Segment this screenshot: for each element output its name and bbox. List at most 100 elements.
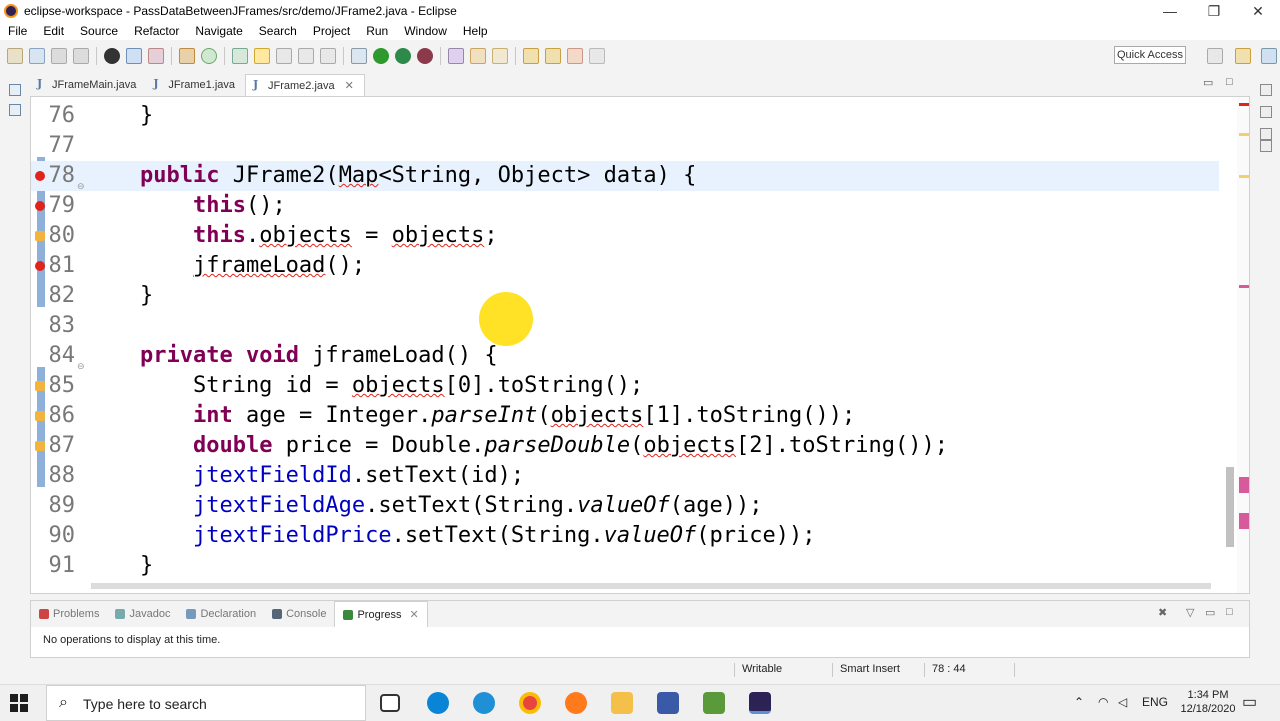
panel-tab-console[interactable]: Console [264, 601, 334, 627]
quick-access-input[interactable]: Quick Access [1114, 46, 1186, 64]
code-line[interactable]: 90 jtextFieldPrice.setText(String.valueO… [31, 521, 1219, 551]
file-explorer-icon[interactable] [611, 692, 633, 714]
editor-tab-jframe2-java[interactable]: JFrame2.java ✕ [245, 74, 365, 96]
chrome-icon[interactable] [519, 692, 541, 714]
save-icon[interactable] [51, 48, 67, 64]
previous-annotation-icon[interactable] [545, 48, 561, 64]
windows-start-icon[interactable] [10, 694, 28, 712]
warning-marker-icon[interactable] [35, 381, 45, 391]
code-line[interactable]: 88 jtextFieldId.setText(id); [31, 461, 1219, 491]
code-line[interactable]: 76 } [31, 101, 1219, 131]
code-editor[interactable]: 76 } 77 78 ⊖ public JFrame2(Map<String, Obj… [30, 96, 1250, 594]
maximize-panel-icon[interactable]: □ [1226, 606, 1233, 618]
skip-breakpoints-icon[interactable] [148, 48, 164, 64]
task-view-icon[interactable] [380, 694, 400, 712]
external-tools-icon[interactable] [417, 48, 433, 64]
code-line[interactable]: 89 jtextFieldAge.setText(String.valueOf(… [31, 491, 1219, 521]
close-tab-icon[interactable]: ✕ [409, 608, 418, 621]
error-marker[interactable] [1239, 103, 1249, 106]
minimize-editor-icon[interactable]: ▭ [1203, 76, 1213, 89]
eclipse-taskbar-icon[interactable] [749, 692, 771, 714]
java-perspective-icon[interactable] [1261, 48, 1277, 64]
new-package-icon[interactable] [29, 48, 45, 64]
toggle-icon[interactable] [276, 48, 292, 64]
warning-marker[interactable] [1239, 133, 1249, 136]
coverage-icon[interactable] [201, 48, 217, 64]
menu-run[interactable]: Run [358, 24, 396, 38]
java-ee-perspective-icon[interactable] [1235, 48, 1251, 64]
menu-help[interactable]: Help [455, 24, 496, 38]
horizontal-scrollbar-thumb[interactable] [91, 583, 1211, 589]
search-icon[interactable] [232, 48, 248, 64]
code-line[interactable]: 79 this(); [31, 191, 1219, 221]
menu-navigate[interactable]: Navigate [187, 24, 250, 38]
maximize-editor-icon[interactable]: □ [1226, 76, 1233, 88]
run-icon[interactable] [373, 48, 389, 64]
close-button[interactable]: ✕ [1236, 0, 1280, 22]
open-type-icon[interactable] [179, 48, 195, 64]
editor-tab-jframe1-java[interactable]: JFrame1.java [146, 74, 245, 96]
remove-all-finished-icon[interactable]: ✖ [1158, 606, 1167, 619]
notifications-icon[interactable]: ▭ [1242, 692, 1257, 712]
panel-tab-declaration[interactable]: Declaration [178, 601, 264, 627]
next-annotation-icon[interactable] [523, 48, 539, 64]
menu-window[interactable]: Window [396, 24, 455, 38]
debug-icon[interactable] [351, 48, 367, 64]
menu-file[interactable]: File [0, 24, 35, 38]
code-line[interactable]: 87 double price = Double.parseDouble(obj… [31, 431, 1219, 461]
code-line[interactable]: 86 int age = Integer.parseInt(objects[1]… [31, 401, 1219, 431]
restore-view-icon[interactable] [9, 84, 21, 96]
code-line[interactable]: 83 [31, 311, 1219, 341]
coverage-run-icon[interactable] [395, 48, 411, 64]
code-line[interactable]: 77 [31, 131, 1219, 161]
code-line[interactable]: 80 this.objects = objects; [31, 221, 1219, 251]
horizontal-scrollbar[interactable] [31, 579, 1223, 593]
show-whitespace-icon[interactable] [320, 48, 336, 64]
code-line[interactable]: 81 jframeLoad(); [31, 251, 1219, 281]
occurrence-marker[interactable] [1239, 477, 1249, 493]
close-tab-icon[interactable]: ✕ [345, 79, 354, 92]
package-explorer-icon[interactable] [9, 104, 21, 116]
language-indicator[interactable]: ENG [1142, 695, 1168, 709]
code-line[interactable]: 82 } [31, 281, 1219, 311]
minimize-panel-icon[interactable]: ▭ [1205, 606, 1215, 619]
highlight-icon[interactable] [254, 48, 270, 64]
warning-marker-icon[interactable] [35, 231, 45, 241]
notepad-plus-icon[interactable] [703, 692, 725, 714]
view-menu-icon[interactable]: ▽ [1186, 606, 1194, 619]
skype-icon[interactable] [427, 692, 449, 714]
occurrence-marker[interactable] [1239, 513, 1249, 529]
error-marker-icon[interactable] [35, 201, 45, 211]
menu-project[interactable]: Project [305, 24, 358, 38]
open-folder-icon[interactable] [470, 48, 486, 64]
floppy-app-icon[interactable] [657, 692, 679, 714]
network-icon[interactable]: ◠ [1098, 695, 1108, 709]
restore-view-icon[interactable] [1260, 84, 1272, 96]
panel-tab-progress[interactable]: Progress ✕ [334, 601, 428, 627]
editor-tab-jframemain-java[interactable]: JFrameMain.java [30, 74, 146, 96]
task-list-icon[interactable] [1260, 106, 1272, 118]
warning-marker-icon[interactable] [35, 441, 45, 451]
minimize-button[interactable]: — [1148, 0, 1192, 22]
vertical-scrollbar[interactable] [1223, 97, 1237, 593]
firefox-icon[interactable] [565, 692, 587, 714]
code-line[interactable]: 84 ⊖ private void jframeLoad() { [31, 341, 1219, 372]
block-selection-icon[interactable] [298, 48, 314, 64]
restore-button[interactable]: ❐ [1192, 0, 1236, 22]
show-hidden-icons-icon[interactable]: ⌃ [1074, 695, 1084, 709]
pen-icon[interactable] [492, 48, 508, 64]
panel-tab-problems[interactable]: Problems [31, 601, 107, 627]
taskbar-search-box[interactable]: ⌕ Type here to search [46, 685, 366, 721]
menu-source[interactable]: Source [72, 24, 126, 38]
code-line[interactable]: 91 } [31, 551, 1219, 581]
error-marker-icon[interactable] [35, 171, 45, 181]
menu-edit[interactable]: Edit [35, 24, 72, 38]
occurrence-marker[interactable] [1239, 285, 1249, 288]
save-all-icon[interactable] [73, 48, 89, 64]
back-icon[interactable] [567, 48, 583, 64]
vertical-scrollbar-thumb[interactable] [1226, 467, 1234, 547]
code-line[interactable]: 85 String id = objects[0].toString(); [31, 371, 1219, 401]
warning-marker-icon[interactable] [35, 411, 45, 421]
new-icon[interactable] [7, 48, 23, 64]
error-marker-icon[interactable] [35, 261, 45, 271]
